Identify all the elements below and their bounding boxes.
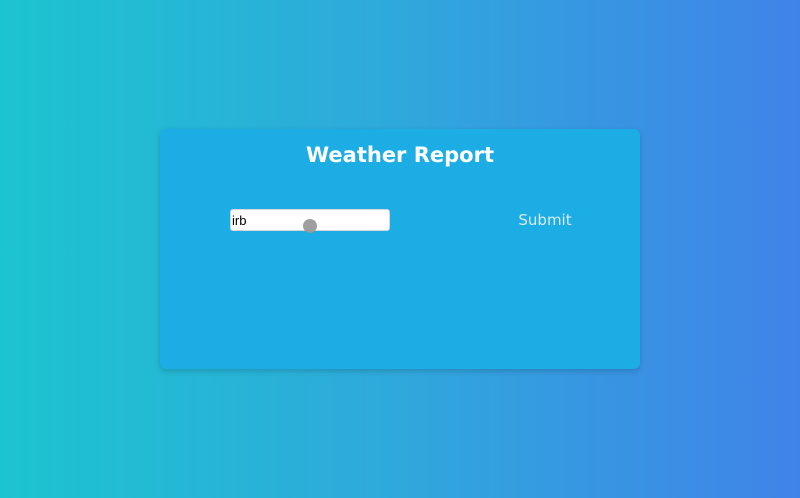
weather-card: Weather Report Submit [160,129,640,369]
submit-button[interactable]: Submit [510,208,580,232]
mouse-pointer-icon [303,219,317,233]
page-title: Weather Report [306,143,494,167]
